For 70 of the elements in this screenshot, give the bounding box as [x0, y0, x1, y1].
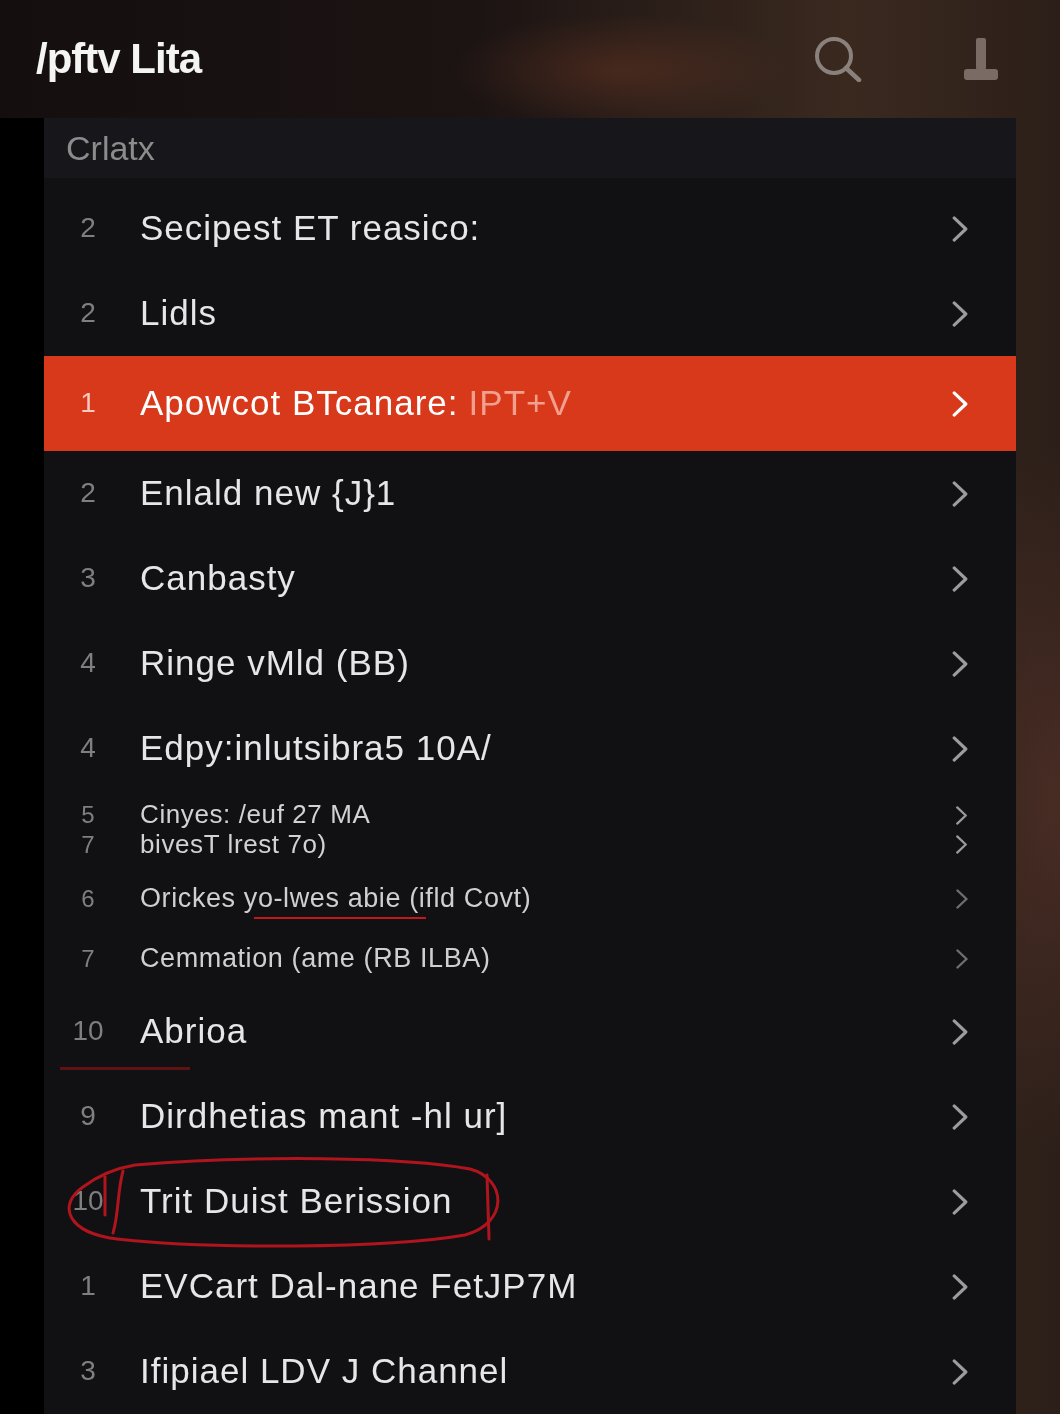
item-number: 6: [81, 885, 95, 913]
item-number: 4: [80, 647, 96, 680]
item-number: 7: [81, 945, 95, 973]
chevron-icon: [956, 949, 968, 969]
item-title: bivesT lrest 7o): [140, 830, 327, 860]
menu-item[interactable]: 5 Cinyes: /euf 27 MA 7 bivesT lrest 7o): [44, 791, 1016, 869]
menu-item[interactable]: 6 Orickes yo-lwes abie (ifld Covt): [44, 869, 1016, 929]
chevron-icon: [952, 565, 968, 592]
chevron-icon: [955, 835, 968, 855]
menu-item[interactable]: 2 Enlald new {J}1: [44, 451, 1016, 536]
item-number: 5: [81, 801, 95, 829]
item-number: 10: [72, 1015, 104, 1048]
item-title: Abrioa: [140, 1011, 248, 1052]
stand-button[interactable]: [964, 38, 998, 80]
item-title: Trit Duist Berission: [140, 1181, 453, 1222]
chevron-icon: [952, 390, 968, 417]
item-number: 9: [80, 1100, 96, 1133]
chevron-icon: [955, 805, 968, 825]
item-title: Dirdhetias mant -hl ur]: [140, 1096, 508, 1137]
chevron-icon: [952, 650, 968, 677]
chevron-icon: [952, 300, 968, 327]
menu-item[interactable]: 1 Apowcot BTcanare: IPT+V: [44, 356, 1016, 451]
chevron-icon: [956, 889, 968, 909]
item-number: 2: [80, 297, 96, 330]
stand-icon: [964, 38, 998, 80]
item-title: Ringe vMld (BB): [140, 643, 410, 684]
chevron-icon: [952, 1018, 968, 1045]
chevron-icon: [952, 735, 968, 762]
menu-item[interactable]: 3 Canbasty: [44, 536, 1016, 621]
item-number: 4: [80, 732, 96, 765]
app-logo: /pftv Lita: [36, 35, 201, 83]
item-title: Enlald new {J}1: [140, 473, 397, 514]
item-title: Cinyes: /euf 27 MA: [140, 800, 371, 830]
item-number: 3: [80, 562, 96, 595]
menu-item[interactable]: 4 Edpy:inlutsibra5 10A/: [44, 706, 1016, 791]
chevron-icon: [952, 480, 968, 507]
search-button[interactable]: [814, 36, 862, 82]
menu-item[interactable]: 1 EVCart Dal-nane FetJP7M: [44, 1244, 1016, 1329]
item-title: Orickes yo-lwes abie (ifld Covt): [140, 883, 532, 915]
item-number: 1: [80, 1270, 96, 1303]
item-number: 1: [80, 387, 96, 420]
item-title: Canbasty: [140, 558, 296, 599]
item-number: 2: [80, 477, 96, 510]
chevron-icon: [952, 1273, 968, 1300]
search-icon: [814, 36, 862, 82]
menu-item[interactable]: 4 Ringe vMld (BB): [44, 621, 1016, 706]
item-title: Ifipiael LDV J Channel: [140, 1351, 509, 1392]
section-title: Crlatx: [44, 118, 1016, 178]
item-number: 3: [80, 1355, 96, 1388]
menu-item[interactable]: 10 Trit Duist Berission: [44, 1159, 1016, 1244]
chevron-icon: [952, 1188, 968, 1215]
menu-item[interactable]: 9 Dirdhetias mant -hl ur]: [44, 1074, 1016, 1159]
item-number: 7: [81, 831, 95, 859]
item-title: Lidls: [140, 293, 217, 334]
item-title: Apowcot BTcanare:: [140, 383, 459, 424]
chevron-icon: [952, 1358, 968, 1385]
menu-item[interactable]: 2 Lidls: [44, 271, 1016, 356]
chevron-icon: [952, 1103, 968, 1130]
item-number: 2: [80, 212, 96, 245]
item-number: 10: [72, 1185, 104, 1218]
chevron-icon: [952, 215, 968, 242]
item-title: Edpy:inlutsibra5 10A/: [140, 728, 492, 769]
item-title: Cemmation (ame (RB ILBA): [140, 943, 491, 975]
item-suffix: IPT+V: [468, 383, 572, 424]
menu-item[interactable]: 10 Abrioa: [44, 989, 1016, 1074]
menu-item[interactable]: 2 Secipest ET reasico:: [44, 186, 1016, 271]
menu-item[interactable]: 3 Ifipiael LDV J Channel: [44, 1329, 1016, 1414]
item-title: Secipest ET reasico:: [140, 208, 481, 249]
item-title: EVCart Dal-nane FetJP7M: [140, 1266, 578, 1307]
menu-item[interactable]: 7 Cemmation (ame (RB ILBA): [44, 929, 1016, 989]
